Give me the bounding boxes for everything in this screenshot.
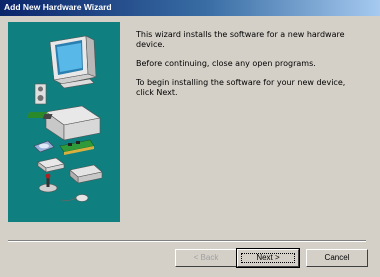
wizard-window: Add New Hardware Wizard This wizard inst… (0, 0, 380, 277)
joystick-icon (38, 173, 58, 193)
intro-paragraph: This wizard installs the software for a … (136, 30, 345, 49)
back-button[interactable]: < Back (175, 249, 237, 267)
cancel-button-label: Cancel (324, 253, 350, 262)
expansion-card-icon (59, 139, 95, 155)
title-bar[interactable]: Add New Hardware Wizard (0, 0, 380, 16)
next-button[interactable]: Next > (236, 248, 300, 268)
speaker-icon (34, 83, 47, 105)
drive-icon (69, 164, 103, 184)
window-title: Add New Hardware Wizard (4, 2, 112, 12)
cd-rom-icon (33, 140, 55, 153)
button-separator (8, 240, 366, 242)
next-button-label: Next > (256, 253, 280, 262)
pc-case-icon (27, 105, 101, 141)
close-programs-paragraph: Before continuing, close any open progra… (136, 59, 316, 68)
wizard-graphic-panel (8, 22, 120, 222)
modem-icon (37, 157, 65, 173)
instruction-paragraph: To begin installing the software for you… (136, 78, 346, 97)
mouse-icon (61, 194, 89, 202)
hardware-illustration (27, 35, 103, 202)
back-button-label: < Back (193, 253, 219, 262)
cancel-button[interactable]: Cancel (306, 249, 368, 267)
monitor-icon (49, 35, 98, 89)
wizard-text: This wizard installs the software for a … (136, 30, 364, 107)
